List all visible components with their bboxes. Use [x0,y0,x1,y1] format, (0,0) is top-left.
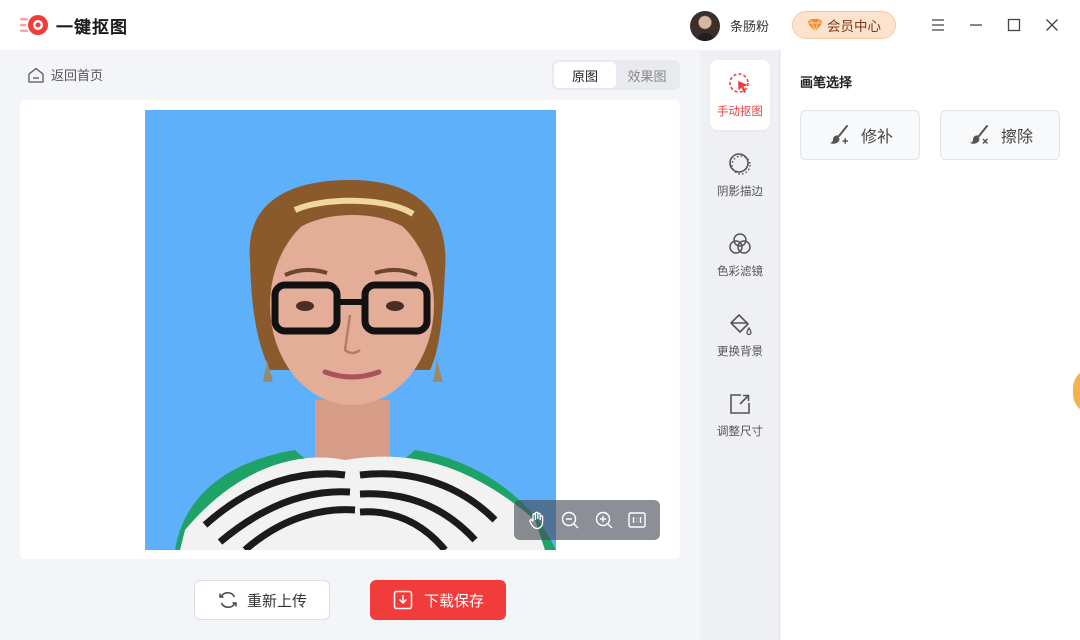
tool-label: 调整尺寸 [717,424,763,438]
view-toggle: 原图 效果图 [552,60,680,90]
diamond-icon [807,18,823,33]
portrait-photo [145,110,556,550]
tool-color-filter[interactable]: 色彩滤镜 [710,220,770,290]
tool-resize[interactable]: 调整尺寸 [710,380,770,450]
brush-repair-button[interactable]: 修补 [800,110,920,160]
reupload-label: 重新上传 [246,591,307,610]
cursor-select-icon [729,73,749,93]
brush-repair-label: 修补 [860,127,893,146]
menu-button[interactable] [926,13,950,37]
brush-repair-icon [829,125,848,144]
zoom-in-icon [595,511,613,529]
username[interactable]: 条肠粉 [730,16,769,35]
color-filter-icon [729,233,751,254]
zoom-in-button[interactable] [591,507,617,533]
close-button[interactable] [1040,13,1064,37]
brush-erase-icon [969,125,989,145]
tab-result[interactable]: 效果图 [616,62,678,88]
vip-center-label: 会员中心 [827,19,881,35]
image-canvas[interactable] [20,100,680,559]
brush-erase-label: 擦除 [1000,127,1033,146]
panel-title: 画笔选择 [800,76,853,91]
actual-size-icon [628,512,646,528]
download-save-label: 下载保存 [423,591,484,610]
pan-button[interactable] [524,507,550,533]
tool-label: 阴影描边 [717,184,763,198]
tool-label: 手动抠图 [717,104,763,118]
minimize-button[interactable] [964,13,988,37]
tool-rail: 手动抠图 阴影描边 色彩滤镜 更换背景 调整尺寸 [700,50,780,640]
tool-change-background[interactable]: 更换背景 [710,300,770,370]
back-home-label: 返回首页 [51,69,104,84]
refresh-icon [219,591,237,609]
tab-original[interactable]: 原图 [554,62,616,88]
download-icon [393,590,413,610]
maximize-button[interactable] [1002,13,1026,37]
shadow-outline-icon [729,153,751,175]
close-icon [1046,19,1058,31]
app-logo-icon [20,15,48,35]
resize-icon [730,394,750,414]
zoom-out-button[interactable] [557,507,583,533]
brush-erase-button[interactable]: 擦除 [940,110,1060,160]
maximize-icon [1007,18,1021,32]
title-bar: 一键抠图 条肠粉 会员中心 [0,0,1080,50]
zoom-toolbar [514,500,660,540]
vip-center-button[interactable]: 会员中心 [792,11,896,39]
app-title: 一键抠图 [56,18,128,38]
reupload-button[interactable]: 重新上传 [194,580,330,620]
minimize-icon [970,24,982,26]
tool-manual-cutout[interactable]: 手动抠图 [710,60,770,130]
paint-bucket-icon [730,314,752,336]
hand-icon [529,511,543,530]
tool-shadow-outline[interactable]: 阴影描边 [710,140,770,210]
avatar[interactable] [690,11,720,41]
zoom-out-icon [562,511,579,529]
download-save-button[interactable]: 下载保存 [370,580,506,620]
tool-label: 色彩滤镜 [717,264,763,278]
hamburger-icon [932,19,944,31]
settings-panel: 画笔选择 修补 擦除 [781,50,1080,640]
actual-size-button[interactable] [624,507,650,533]
back-home-link[interactable]: 返回首页 [27,65,103,84]
home-icon [28,67,44,83]
tool-label: 更换背景 [717,344,763,358]
